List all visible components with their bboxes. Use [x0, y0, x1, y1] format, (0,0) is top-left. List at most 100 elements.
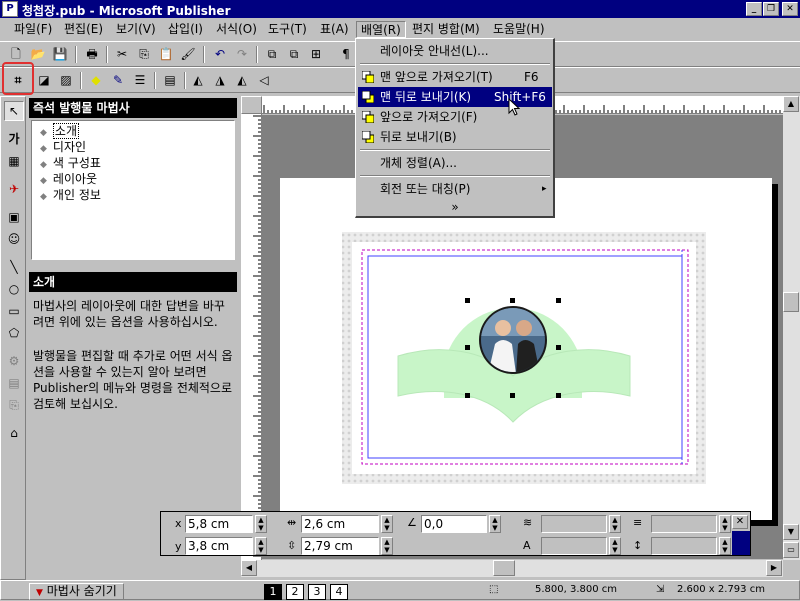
fill-color-icon[interactable]: ◆	[86, 71, 106, 90]
menu-expand-chevron[interactable]: »	[358, 197, 552, 217]
copy-icon[interactable]: ⎘	[134, 45, 154, 64]
clip-art-icon[interactable]: ☺	[4, 230, 24, 250]
line-spacing-spinner[interactable]: ▲ ▼	[719, 537, 731, 555]
menu-help[interactable]: 도움말(H)	[489, 21, 549, 38]
height-spinner[interactable]: ▲ ▼	[381, 537, 393, 555]
page-tab-2[interactable]: 2	[286, 584, 304, 600]
scroll-down-button[interactable]: ▼	[783, 524, 799, 540]
line-style-icon[interactable]: ☰	[130, 71, 150, 90]
kerning-spinner[interactable]: ▲ ▼	[719, 515, 731, 533]
page-tab-1[interactable]: 1	[264, 584, 282, 600]
page-tab-4[interactable]: 4	[330, 584, 348, 600]
line-spacing-field[interactable]	[651, 537, 717, 555]
wordart-icon[interactable]: ✈	[4, 180, 24, 200]
rotate-right-icon[interactable]: ◮	[210, 71, 230, 90]
bring-to-front-icon[interactable]: ⧉	[262, 45, 282, 64]
menu-item-align-objects[interactable]: 개체 정렬(A)...	[358, 153, 552, 173]
object-properties-icon[interactable]: ▤	[160, 71, 180, 90]
menu-item-bring-forward[interactable]: 앞으로 가져오기(F)	[358, 107, 552, 127]
text-box-icon[interactable]: 가	[4, 130, 24, 150]
line-color-icon[interactable]: ✎	[108, 71, 128, 90]
x-spinner[interactable]: ▲ ▼	[255, 515, 267, 533]
wizard-item-color-scheme[interactable]: ◆ 색 구성표	[32, 155, 234, 171]
wizard-item-design[interactable]: ◆ 디자인	[32, 139, 234, 155]
rotation-spinner[interactable]: ▲ ▼	[489, 515, 501, 533]
x-position-field[interactable]: 5,8 cm	[185, 515, 253, 533]
page-tab-3[interactable]: 3	[308, 584, 326, 600]
menu-format[interactable]: 서식(O)	[212, 21, 261, 38]
width-spinner[interactable]: ▲ ▼	[381, 515, 393, 533]
kerning-field[interactable]	[651, 515, 717, 533]
undo-icon[interactable]: ↶	[210, 45, 230, 64]
character-spacing-field[interactable]	[541, 515, 607, 533]
design-gallery-icon[interactable]: ⌂	[4, 424, 24, 444]
menu-item-send-to-back[interactable]: 맨 뒤로 보내기(K) Shift+F6	[358, 87, 552, 107]
rectangle-icon[interactable]: ▭	[4, 302, 24, 322]
menu-table[interactable]: 표(A)	[316, 21, 353, 38]
menu-edit[interactable]: 편집(E)	[60, 21, 107, 38]
width-field[interactable]: 2,6 cm	[301, 515, 379, 533]
y-position-field[interactable]: 3,8 cm	[185, 537, 253, 555]
pointer-icon[interactable]: ↖	[4, 101, 24, 121]
vertical-ruler[interactable]	[241, 114, 262, 560]
scroll-up-button[interactable]: ▲	[783, 96, 799, 112]
menu-item-bring-to-front[interactable]: 맨 앞으로 가져오기(T) F6	[358, 67, 552, 87]
flip-horizontal-icon[interactable]: ◭	[232, 71, 252, 90]
line-border-style-icon[interactable]: ◪	[34, 71, 54, 90]
vertical-scrollbar[interactable]: ▲ ▼ ▭	[783, 96, 800, 560]
wizard-item-intro[interactable]: ◆ 소개	[32, 123, 234, 139]
horizontal-scrollbar[interactable]: ◀ ▶	[241, 560, 783, 577]
flip-vertical-icon[interactable]: ◁	[254, 71, 274, 90]
menu-insert[interactable]: 삽입(I)	[164, 21, 207, 38]
table-icon[interactable]: ▦	[4, 152, 24, 172]
picture-frame-icon[interactable]: ▣	[4, 208, 24, 228]
menu-arrange[interactable]: 배열(R)	[356, 21, 406, 38]
html-code-icon[interactable]: ▤	[4, 374, 24, 394]
oval-icon[interactable]: ○	[4, 280, 24, 300]
invitation-card-graphic[interactable]	[280, 178, 772, 520]
save-icon[interactable]: 💾	[50, 45, 70, 64]
minimize-button[interactable]: _	[746, 2, 762, 16]
form-control-icon[interactable]: ⚙	[4, 352, 24, 372]
text-scale-field[interactable]	[541, 537, 607, 555]
wizard-item-personal-info[interactable]: ◆ 개인 정보	[32, 187, 234, 203]
horizontal-scroll-thumb[interactable]	[493, 560, 515, 576]
paste-icon[interactable]: 📋	[156, 45, 176, 64]
page-view-button[interactable]: ▭	[783, 542, 799, 558]
rotate-left-icon[interactable]: ◭	[188, 71, 208, 90]
shadow-icon[interactable]: ▨	[56, 71, 76, 90]
y-spinner[interactable]: ▲ ▼	[255, 537, 267, 555]
insert-object-icon[interactable]: ⎘	[4, 396, 24, 416]
print-icon[interactable]: 🖶	[82, 45, 102, 64]
ruler-corner[interactable]	[241, 96, 262, 114]
scroll-right-button[interactable]: ▶	[766, 560, 782, 576]
menu-file[interactable]: 파일(F)	[10, 21, 56, 38]
close-icon[interactable]: ✕	[732, 515, 748, 529]
character-spacing-spinner[interactable]: ▲ ▼	[609, 515, 621, 533]
menu-mail-merge[interactable]: 편지 병합(M)	[408, 21, 484, 38]
custom-shape-icon[interactable]: ⬠	[4, 324, 24, 344]
show-special-characters-icon[interactable]: ¶	[336, 45, 356, 64]
cut-icon[interactable]: ✂	[112, 45, 132, 64]
hide-wizard-button[interactable]: ▼ 마법사 숨기기	[29, 583, 124, 600]
line-icon[interactable]: ╲	[4, 258, 24, 278]
publisher-icon[interactable]: P	[2, 1, 18, 17]
vertical-scroll-thumb[interactable]	[783, 292, 799, 312]
height-field[interactable]: 2,79 cm	[301, 537, 379, 555]
menu-view[interactable]: 보기(V)	[112, 21, 160, 38]
group-icon[interactable]: ⊞	[306, 45, 326, 64]
menu-item-rotate-flip[interactable]: 회전 또는 대칭(P) ▸	[358, 179, 552, 199]
menu-item-send-backward[interactable]: 뒤로 보내기(B)	[358, 127, 552, 147]
format-painter-icon[interactable]: 🖌	[178, 45, 198, 64]
send-to-back-icon[interactable]: ⧉	[284, 45, 304, 64]
scroll-left-button[interactable]: ◀	[241, 560, 257, 576]
text-scale-spinner[interactable]: ▲ ▼	[609, 537, 621, 555]
close-button[interactable]: ✕	[782, 2, 798, 16]
wizard-item-layout[interactable]: ◆ 레이아웃	[32, 171, 234, 187]
restore-button[interactable]: ❐	[763, 2, 779, 16]
rotation-field[interactable]: 0,0	[421, 515, 487, 533]
menu-tools[interactable]: 도구(T)	[264, 21, 311, 38]
publication-page[interactable]	[280, 178, 772, 520]
menu-item-layout-guides[interactable]: 레이아웃 안내선(L)...	[358, 41, 552, 61]
redo-icon[interactable]: ↷	[232, 45, 252, 64]
